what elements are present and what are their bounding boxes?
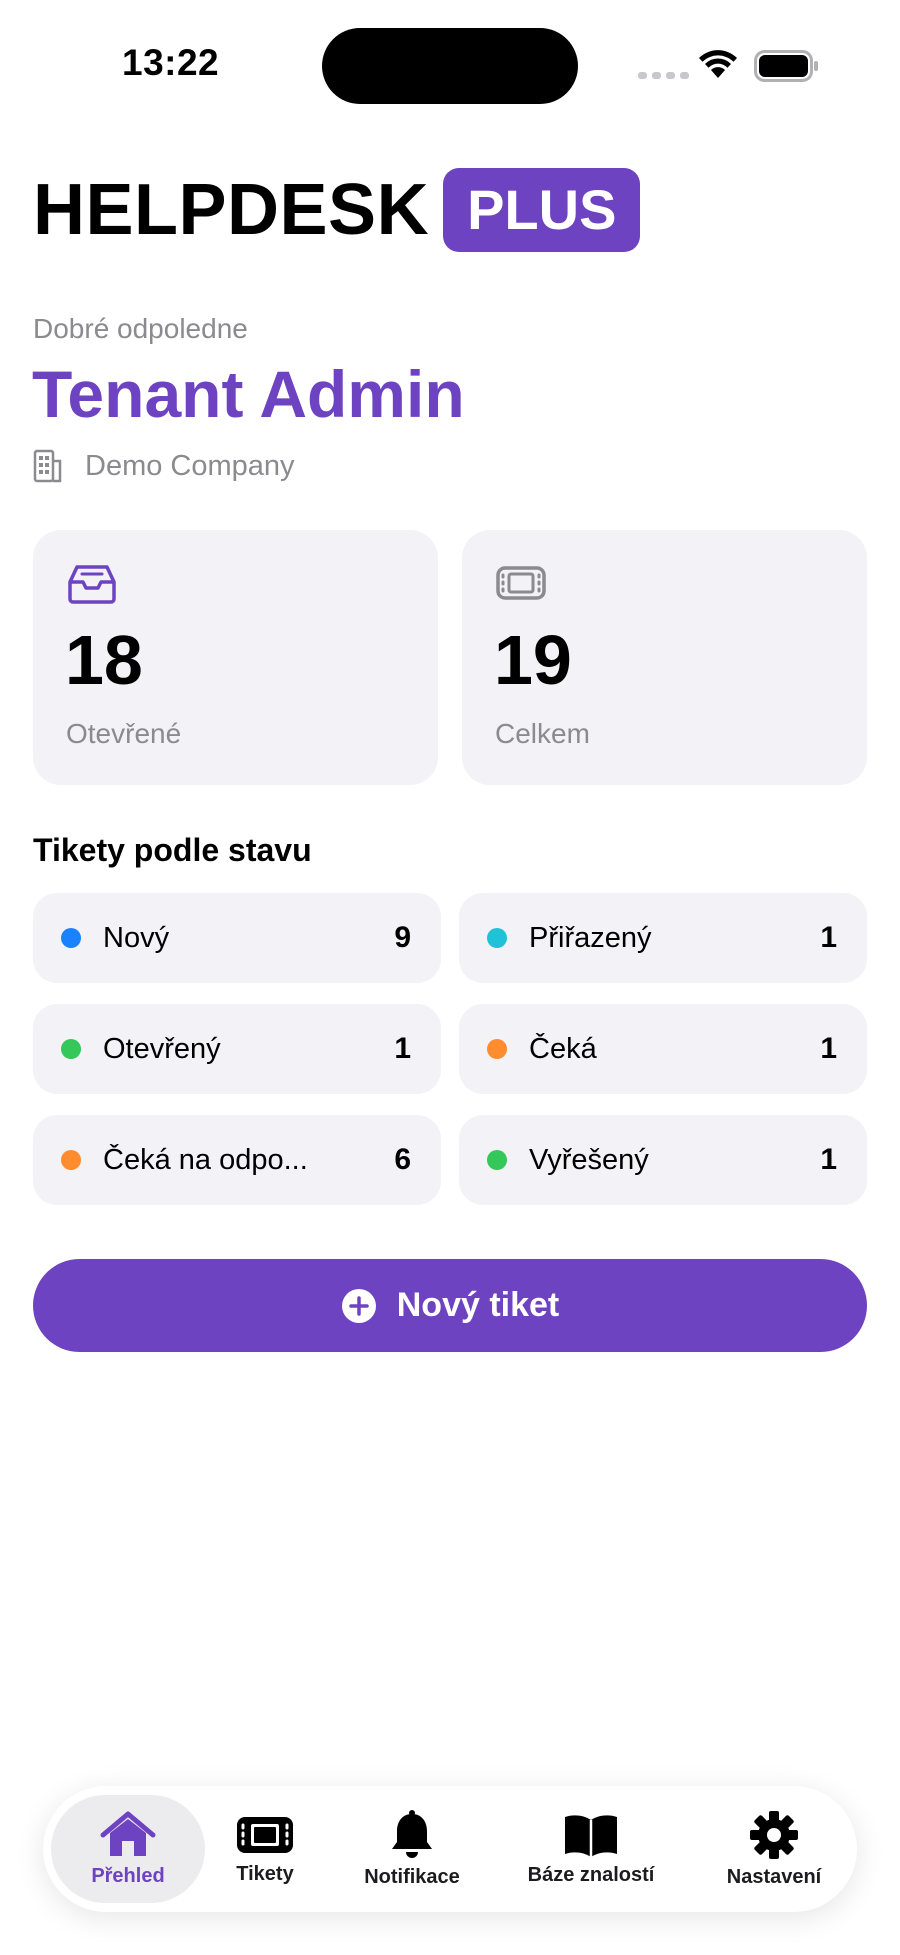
status-count: 1 xyxy=(394,1032,411,1065)
stat-card-total[interactable]: 19 Celkem xyxy=(462,530,867,785)
stat-label: Otevřené xyxy=(66,718,182,749)
book-icon xyxy=(565,1814,617,1857)
gear-icon xyxy=(750,1810,798,1859)
battery-icon xyxy=(754,50,818,82)
status-count: 9 xyxy=(394,921,411,954)
company-row: Demo Company xyxy=(33,449,295,483)
tab-tickets[interactable]: Tikety xyxy=(205,1786,325,1912)
stat-value: 19 xyxy=(494,621,572,699)
stat-card-open[interactable]: 18 Otevřené xyxy=(33,530,438,785)
brand-text: HELPDESK xyxy=(33,170,430,250)
brand-badge: PLUS xyxy=(443,168,641,252)
inbox-icon xyxy=(68,565,116,604)
status-dot xyxy=(61,1039,81,1059)
building-icon xyxy=(33,449,62,483)
status-tile-open[interactable]: Otevřený 1 xyxy=(33,1004,441,1094)
tab-label: Notifikace xyxy=(364,1865,460,1888)
new-ticket-button[interactable]: Nový tiket xyxy=(33,1259,867,1352)
new-ticket-label: Nový tiket xyxy=(396,1286,560,1324)
status-name: Přiřazený xyxy=(529,921,652,954)
bell-icon xyxy=(392,1809,432,1858)
tab-knowledge-base[interactable]: Báze znalostí xyxy=(503,1786,679,1912)
tab-label: Přehled xyxy=(91,1864,165,1887)
tab-bar: Přehled Tikety Notifikace Báze znalostí xyxy=(43,1786,857,1912)
status-tile-new[interactable]: Nový 9 xyxy=(33,893,441,983)
status-dot xyxy=(487,1150,507,1170)
status-name: Čeká xyxy=(529,1032,597,1065)
status-count: 1 xyxy=(820,921,837,954)
wifi-icon xyxy=(699,50,737,78)
tab-label: Tikety xyxy=(236,1862,294,1885)
status-tile-waiting[interactable]: Čeká 1 xyxy=(459,1004,867,1094)
stat-value: 18 xyxy=(65,621,143,699)
status-tile-resolved[interactable]: Vyřešený 1 xyxy=(459,1115,867,1205)
home-icon xyxy=(100,1811,156,1856)
ticket-icon xyxy=(237,1816,293,1853)
dynamic-island xyxy=(322,28,578,104)
section-title: Tikety podle stavu xyxy=(33,832,312,868)
status-name: Čeká na odpo... xyxy=(103,1143,308,1176)
status-count: 6 xyxy=(394,1143,411,1176)
status-name: Vyřešený xyxy=(529,1143,649,1176)
status-tile-assigned[interactable]: Přiřazený 1 xyxy=(459,893,867,983)
user-name: Tenant Admin xyxy=(32,357,465,431)
status-dot xyxy=(487,1039,507,1059)
tab-settings[interactable]: Nastavení xyxy=(701,1786,847,1912)
stat-label: Celkem xyxy=(495,718,590,749)
app-logo: HELPDESK PLUS xyxy=(33,168,641,252)
cellular-signal-icon xyxy=(638,72,689,79)
tab-notifications[interactable]: Notifikace xyxy=(339,1786,485,1912)
plus-circle-icon xyxy=(341,1288,376,1323)
status-bar: 13:22 xyxy=(0,0,900,120)
greeting: Dobré odpoledne xyxy=(33,313,248,344)
status-name: Nový xyxy=(103,921,170,954)
status-time: 13:22 xyxy=(122,42,220,83)
status-count: 1 xyxy=(820,1143,837,1176)
status-count: 1 xyxy=(820,1032,837,1065)
company-name: Demo Company xyxy=(85,449,295,482)
tab-overview[interactable]: Přehled xyxy=(51,1786,205,1912)
status-dot xyxy=(487,928,507,948)
tab-label: Nastavení xyxy=(726,1865,822,1888)
status-dot xyxy=(61,928,81,948)
tab-label: Báze znalostí xyxy=(527,1863,655,1886)
ticket-icon xyxy=(496,566,546,600)
status-dot xyxy=(61,1150,81,1170)
status-name: Otevřený xyxy=(103,1032,221,1065)
status-tile-awaiting-reply[interactable]: Čeká na odpo... 6 xyxy=(33,1115,441,1205)
